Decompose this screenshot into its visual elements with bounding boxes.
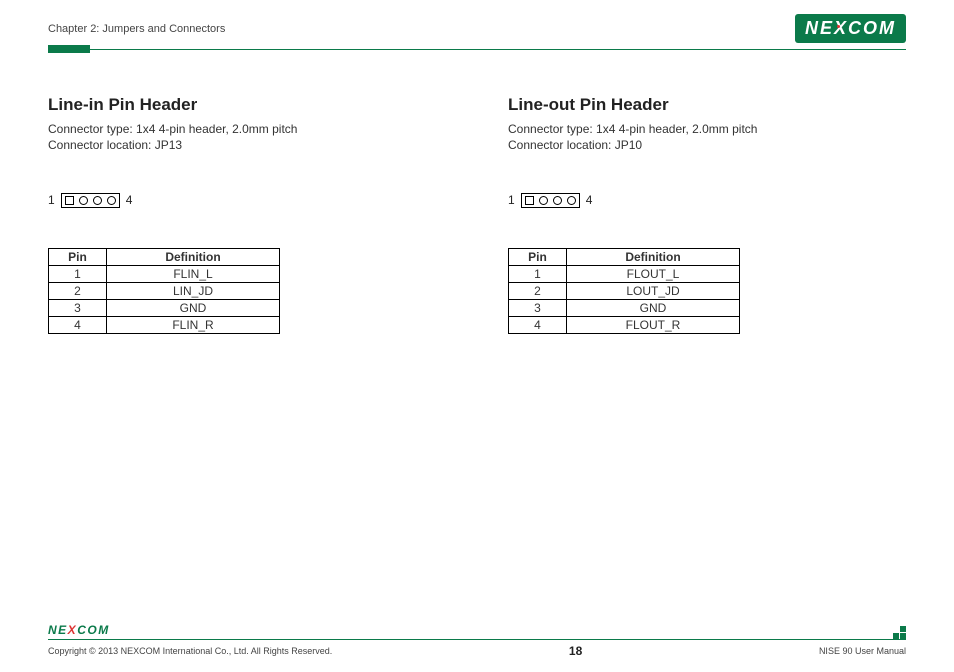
chapter-title: Chapter 2: Jumpers and Connectors [48, 23, 225, 35]
manual-name: NISE 90 User Manual [819, 646, 906, 656]
table-row: 2 LOUT_JD [509, 282, 740, 299]
footer-rule [48, 639, 906, 640]
pin-diagram-left: 1 4 [48, 193, 132, 208]
pin-circle-icon [93, 196, 102, 205]
footer-brand-logo: NEXCOM [48, 623, 110, 639]
conn-loc-left: Connector location: JP13 [48, 137, 428, 153]
conn-loc-right: Connector location: JP10 [508, 137, 888, 153]
table-row: 3 GND [509, 299, 740, 316]
copyright-text: Copyright © 2013 NEXCOM International Co… [48, 646, 332, 656]
table-row: 1 FLIN_L [49, 265, 280, 282]
th-pin: Pin [509, 248, 567, 265]
header-rule [48, 45, 906, 53]
pin-circle-icon [553, 196, 562, 205]
pin-end-left: 4 [126, 193, 133, 207]
pin-start-left: 1 [48, 193, 55, 207]
section-title-lineout: Line-out Pin Header [508, 95, 888, 115]
pin1-square-icon [65, 196, 74, 205]
table-row: 2 LIN_JD [49, 282, 280, 299]
pin-end-right: 4 [586, 193, 593, 207]
pin-circle-icon [79, 196, 88, 205]
table-row: 3 GND [49, 299, 280, 316]
table-row: 4 FLOUT_R [509, 316, 740, 333]
pin-table-left: Pin Definition 1 FLIN_L 2 LIN_JD 3 [48, 248, 280, 334]
table-row: 4 FLIN_R [49, 316, 280, 333]
th-pin: Pin [49, 248, 107, 265]
section-title-linein: Line-in Pin Header [48, 95, 428, 115]
pin-circle-icon [539, 196, 548, 205]
brand-logo: NEXCOM [795, 18, 906, 39]
conn-type-left: Connector type: 1x4 4-pin header, 2.0mm … [48, 121, 428, 137]
th-def: Definition [567, 248, 740, 265]
pin-start-right: 1 [508, 193, 515, 207]
pin-circle-icon [107, 196, 116, 205]
pin-circle-icon [567, 196, 576, 205]
pin-diagram-right: 1 4 [508, 193, 592, 208]
th-def: Definition [107, 248, 280, 265]
pin1-square-icon [525, 196, 534, 205]
conn-type-right: Connector type: 1x4 4-pin header, 2.0mm … [508, 121, 888, 137]
pin-table-right: Pin Definition 1 FLOUT_L 2 LOUT_JD 3 [508, 248, 740, 334]
footer-squares-icon [893, 626, 906, 639]
table-row: 1 FLOUT_L [509, 265, 740, 282]
page-number: 18 [569, 644, 582, 658]
